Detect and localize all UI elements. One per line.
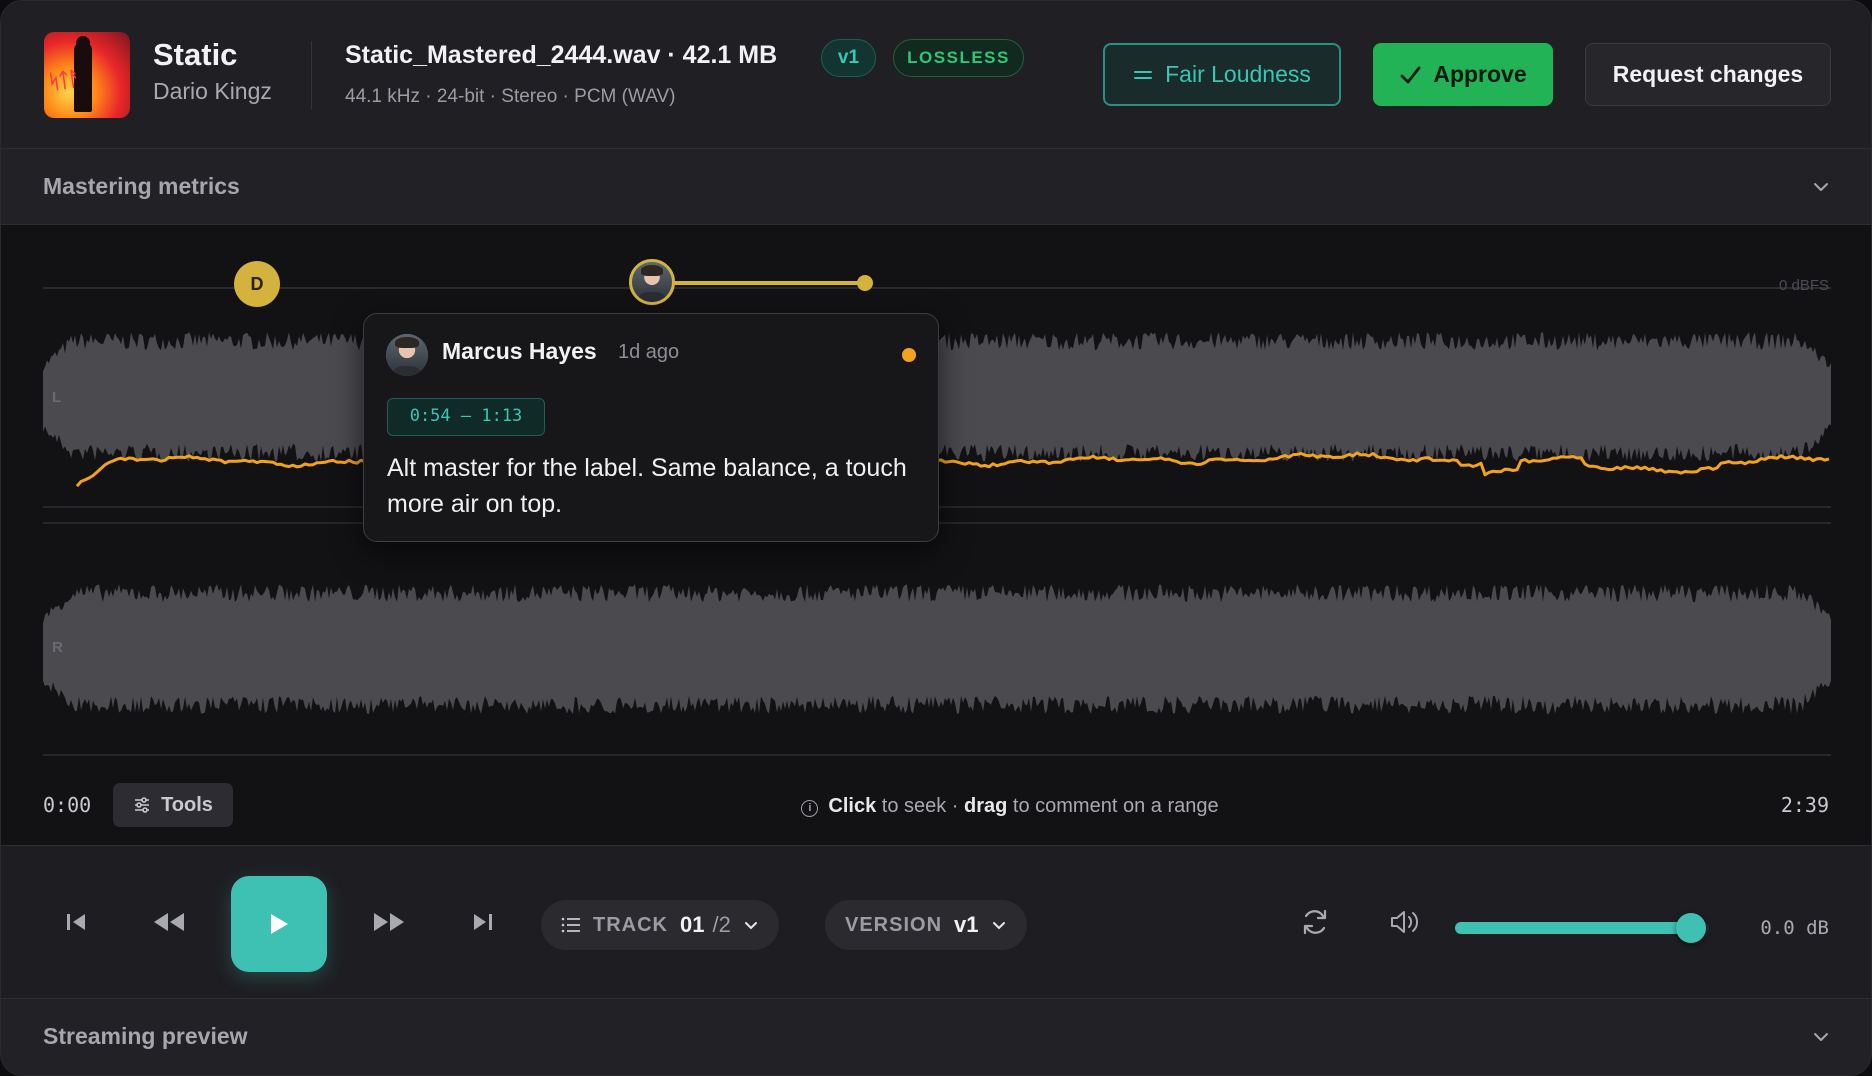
list-icon: [561, 917, 580, 933]
hint-drag: drag: [964, 795, 1008, 817]
fast-forward-button[interactable]: [371, 904, 407, 940]
volume-icon: [1391, 911, 1419, 933]
fast-forward-icon: [374, 913, 404, 931]
comment-time: 1d ago: [618, 341, 680, 363]
comment-marker-avatar[interactable]: [629, 259, 675, 305]
header: ᛋᛏᚨ Static Dario Kingz Static_Mastered_2…: [1, 1, 1871, 149]
version-label: VERSION: [845, 913, 943, 936]
waveform-panel[interactable]: L R 0 dBFS D Marcus Hayes 1d ago 0:54 – …: [1, 225, 1871, 845]
gain-readout: 0.0 dB: [1760, 917, 1829, 939]
chevron-down-icon: [992, 922, 1005, 930]
album-cover: ᛋᛏᚨ: [44, 32, 130, 118]
track-total: /2: [712, 912, 731, 937]
chevron-down-icon: [744, 922, 757, 930]
comment-text: Alt master for the label. Same balance, …: [387, 454, 907, 518]
approve-label: Approve: [1433, 61, 1527, 87]
mastering-metrics-bar[interactable]: Mastering metrics: [1, 149, 1871, 225]
lossless-badge: LOSSLESS: [893, 39, 1024, 77]
right-channel-waveform: [43, 584, 1831, 714]
loop-button[interactable]: [1297, 904, 1333, 940]
track-label: TRACK: [593, 913, 668, 936]
play-icon: [271, 914, 288, 934]
comment-range-end-handle[interactable]: [857, 275, 873, 291]
volume-fill: [1455, 922, 1692, 934]
track-selector[interactable]: TRACK 01 /2: [541, 900, 779, 950]
time-end: 2:39: [1780, 793, 1829, 817]
hint-seek: to seek ·: [876, 795, 965, 817]
chevron-down-icon[interactable]: [1811, 1027, 1831, 1047]
avatar: [386, 334, 428, 376]
approve-button[interactable]: Approve: [1373, 43, 1553, 106]
hint-click: Click: [828, 795, 877, 817]
request-changes-button[interactable]: Request changes: [1585, 43, 1831, 106]
track-current: 01: [680, 912, 705, 937]
volume-knob[interactable]: [1676, 913, 1707, 943]
track-title: Static: [153, 37, 238, 72]
comment-author: Marcus Hayes: [442, 338, 597, 364]
chevron-down-icon[interactable]: [1811, 177, 1831, 197]
transport-bar: TRACK 01 /2 VERSION v1 0.0 dB: [1, 845, 1871, 999]
seek-hint: i Click to seek · drag to comment on a ra…: [1, 795, 1871, 818]
version-badge: v1: [821, 39, 876, 77]
skip-next-icon: [474, 914, 492, 930]
file-name: Static_Mastered_2444.wav · 42.1 MB: [345, 41, 778, 69]
track-artist: Dario Kingz: [153, 78, 272, 104]
skip-previous-icon: [67, 914, 85, 930]
fair-loudness-button[interactable]: Fair Loudness: [1103, 43, 1341, 106]
file-meta: 44.1 kHz · 24-bit · Stereo · PCM (WAV): [345, 86, 676, 107]
comment-time-range[interactable]: 0:54 – 1:13: [387, 398, 545, 436]
version-selector[interactable]: VERSION v1: [825, 900, 1027, 950]
right-channel-label: R: [52, 639, 63, 656]
streaming-preview-title: Streaming preview: [43, 1023, 248, 1049]
comment-marker-d[interactable]: D: [234, 261, 280, 307]
mastering-metrics-title: Mastering metrics: [43, 173, 240, 199]
skip-previous-button[interactable]: [58, 904, 94, 940]
check-icon: [1400, 66, 1421, 83]
equals-icon: [1134, 70, 1153, 79]
loop-icon: [1303, 909, 1327, 935]
volume-button[interactable]: [1387, 904, 1423, 940]
streaming-preview-bar[interactable]: Streaming preview: [1, 999, 1871, 1075]
request-changes-label: Request changes: [1612, 61, 1804, 87]
volume-slider[interactable]: [1455, 913, 1709, 943]
version-value: v1: [954, 912, 979, 937]
loudness-curve: [75, 451, 1830, 488]
info-icon: i: [801, 800, 819, 817]
mastering-review-app: ᛋᛏᚨ Static Dario Kingz Static_Mastered_2…: [0, 0, 1872, 1076]
hint-rest: to comment on a range: [1007, 795, 1219, 817]
header-divider: [311, 41, 312, 109]
comment-range-line[interactable]: [671, 281, 865, 285]
fair-loudness-label: Fair Loudness: [1165, 61, 1311, 87]
skip-next-button[interactable]: [465, 904, 501, 940]
play-button[interactable]: [231, 876, 327, 972]
rewind-icon: [154, 913, 184, 931]
left-channel-label: L: [52, 389, 62, 406]
dbfs-label: 0 dBFS: [1778, 277, 1829, 294]
unresolved-status-dot: [902, 348, 916, 362]
rewind-button[interactable]: [151, 904, 187, 940]
comment-popover: Marcus Hayes 1d ago 0:54 – 1:13 Alt mast…: [363, 313, 939, 542]
